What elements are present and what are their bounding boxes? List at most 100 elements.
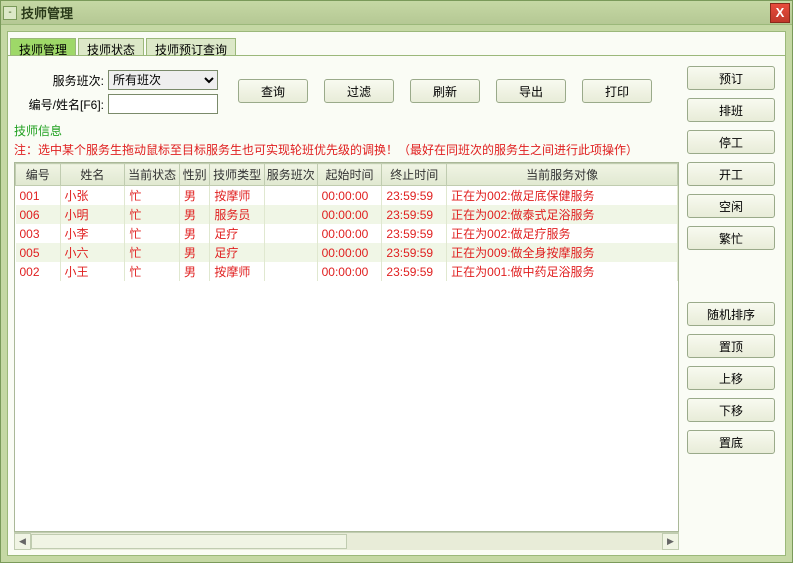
col-header[interactable]: 终止时间 xyxy=(382,164,447,186)
content: 技师管理技师状态技师预订查询 服务班次: 所有班次 编号/姓名[F6]: xyxy=(7,31,786,556)
tab-0[interactable]: 技师管理 xyxy=(10,38,76,55)
scroll-track[interactable] xyxy=(31,533,662,550)
body: 服务班次: 所有班次 编号/姓名[F6]: 查询过滤刷新导出打印 技师信息 注 xyxy=(8,56,785,555)
code-input[interactable] xyxy=(108,94,218,114)
cell-svc: 正在为001:做中药足浴服务 xyxy=(447,262,678,281)
titlebar: - 技师管理 X xyxy=(1,1,792,25)
action-buttons: 查询过滤刷新导出打印 xyxy=(238,70,652,112)
cell-start: 00:00:00 xyxy=(317,262,382,281)
cell-type: 按摩师 xyxy=(210,186,265,206)
cell-name: 小明 xyxy=(60,205,125,224)
cell-shift xyxy=(264,205,317,224)
side-btn-停工[interactable]: 停工 xyxy=(687,130,775,154)
action-btn-4[interactable]: 打印 xyxy=(582,79,652,103)
table-row[interactable]: 002小王忙男按摩师 00:00:0023:59:59正在为001:做中药足浴服务 xyxy=(16,262,678,281)
cell-id: 006 xyxy=(16,205,61,224)
cell-svc: 正在为009:做全身按摩服务 xyxy=(447,243,678,262)
col-header[interactable]: 性别 xyxy=(179,164,209,186)
h-scrollbar[interactable]: ◀ ▶ xyxy=(14,532,679,549)
cell-id: 002 xyxy=(16,262,61,281)
note-text: 注：选中某个服务生拖动鼠标至目标服务生也可实现轮班优先级的调换！（最好在同班次的… xyxy=(14,141,679,158)
action-btn-0[interactable]: 查询 xyxy=(238,79,308,103)
cell-name: 小张 xyxy=(60,186,125,206)
close-button[interactable]: X xyxy=(770,3,790,23)
action-btn-1[interactable]: 过滤 xyxy=(324,79,394,103)
cell-status: 忙 xyxy=(125,205,180,224)
app-window: - 技师管理 X 技师管理技师状态技师预订查询 服务班次: 所有班次 xyxy=(0,0,793,563)
side-panel: 预订排班停工开工空闲繁忙随机排序置顶上移下移置底 xyxy=(685,56,785,555)
table-row[interactable]: 003小李忙男足疗 00:00:0023:59:59正在为002:做足疗服务 xyxy=(16,224,678,243)
cell-type: 按摩师 xyxy=(210,262,265,281)
cell-name: 小李 xyxy=(60,224,125,243)
table-header-row: 编号姓名当前状态性别技师类型服务班次起始时间终止时间当前服务对像 xyxy=(16,164,678,186)
side-btn-排班[interactable]: 排班 xyxy=(687,98,775,122)
fieldset-label: 技师信息 xyxy=(14,122,679,139)
side-btn-置顶[interactable]: 置顶 xyxy=(687,334,775,358)
side-btn-置底[interactable]: 置底 xyxy=(687,430,775,454)
col-header[interactable]: 当前服务对像 xyxy=(447,164,678,186)
col-header[interactable]: 起始时间 xyxy=(317,164,382,186)
table-wrap: 编号姓名当前状态性别技师类型服务班次起始时间终止时间当前服务对像 001小张忙男… xyxy=(14,162,679,532)
cell-gender: 男 xyxy=(179,224,209,243)
cell-end: 23:59:59 xyxy=(382,243,447,262)
cell-id: 001 xyxy=(16,186,61,206)
tech-table: 编号姓名当前状态性别技师类型服务班次起始时间终止时间当前服务对像 001小张忙男… xyxy=(15,163,678,281)
col-header[interactable]: 编号 xyxy=(16,164,61,186)
main-panel: 服务班次: 所有班次 编号/姓名[F6]: 查询过滤刷新导出打印 技师信息 注 xyxy=(8,56,685,555)
cell-gender: 男 xyxy=(179,262,209,281)
tab-1[interactable]: 技师状态 xyxy=(78,38,144,55)
code-label: 编号/姓名[F6]: xyxy=(14,96,104,113)
side-btn-繁忙[interactable]: 繁忙 xyxy=(687,226,775,250)
cell-end: 23:59:59 xyxy=(382,262,447,281)
tab-2[interactable]: 技师预订查询 xyxy=(146,38,236,55)
cell-svc: 正在为002:做泰式足浴服务 xyxy=(447,205,678,224)
col-header[interactable]: 姓名 xyxy=(60,164,125,186)
cell-type: 足疗 xyxy=(210,224,265,243)
cell-type: 足疗 xyxy=(210,243,265,262)
tabs: 技师管理技师状态技师预订查询 xyxy=(8,32,785,56)
side-btn-预订[interactable]: 预订 xyxy=(687,66,775,90)
col-header[interactable]: 当前状态 xyxy=(125,164,180,186)
side-btn-随机排序[interactable]: 随机排序 xyxy=(687,302,775,326)
cell-shift xyxy=(264,224,317,243)
table-row[interactable]: 006小明忙男服务员00:00:0023:59:59正在为002:做泰式足浴服务 xyxy=(16,205,678,224)
minimize-button[interactable]: - xyxy=(3,6,17,20)
cell-start: 00:00:00 xyxy=(317,205,382,224)
cell-status: 忙 xyxy=(125,262,180,281)
col-header[interactable]: 服务班次 xyxy=(264,164,317,186)
cell-status: 忙 xyxy=(125,186,180,206)
scroll-thumb[interactable] xyxy=(31,534,347,549)
scroll-right-button[interactable]: ▶ xyxy=(662,533,679,550)
cell-status: 忙 xyxy=(125,224,180,243)
cell-end: 23:59:59 xyxy=(382,205,447,224)
scroll-left-button[interactable]: ◀ xyxy=(14,533,31,550)
action-btn-3[interactable]: 导出 xyxy=(496,79,566,103)
cell-status: 忙 xyxy=(125,243,180,262)
side-btn-开工[interactable]: 开工 xyxy=(687,162,775,186)
table-body: 001小张忙男按摩师00:00:0023:59:59正在为002:做足底保健服务… xyxy=(16,186,678,282)
cell-svc: 正在为002:做足疗服务 xyxy=(447,224,678,243)
cell-gender: 男 xyxy=(179,186,209,206)
table-row[interactable]: 001小张忙男按摩师 00:00:0023:59:59正在为002:做足底保健服务 xyxy=(16,186,678,206)
table-row[interactable]: 005小六忙男足疗00:00:0023:59:59正在为009:做全身按摩服务 xyxy=(16,243,678,262)
cell-start: 00:00:00 xyxy=(317,224,382,243)
cell-name: 小王 xyxy=(60,262,125,281)
cell-id: 005 xyxy=(16,243,61,262)
side-btn-上移[interactable]: 上移 xyxy=(687,366,775,390)
cell-name: 小六 xyxy=(60,243,125,262)
action-btn-2[interactable]: 刷新 xyxy=(410,79,480,103)
col-header[interactable]: 技师类型 xyxy=(210,164,265,186)
cell-end: 23:59:59 xyxy=(382,186,447,206)
cell-svc: 正在为002:做足底保健服务 xyxy=(447,186,678,206)
cell-start: 00:00:00 xyxy=(317,186,382,206)
window-title: 技师管理 xyxy=(21,3,73,22)
cell-shift xyxy=(264,243,317,262)
side-btn-下移[interactable]: 下移 xyxy=(687,398,775,422)
cell-end: 23:59:59 xyxy=(382,224,447,243)
cell-shift xyxy=(264,262,317,281)
cell-id: 003 xyxy=(16,224,61,243)
cell-gender: 男 xyxy=(179,243,209,262)
side-btn-空闲[interactable]: 空闲 xyxy=(687,194,775,218)
shift-select[interactable]: 所有班次 xyxy=(108,70,218,90)
cell-shift xyxy=(264,186,317,206)
